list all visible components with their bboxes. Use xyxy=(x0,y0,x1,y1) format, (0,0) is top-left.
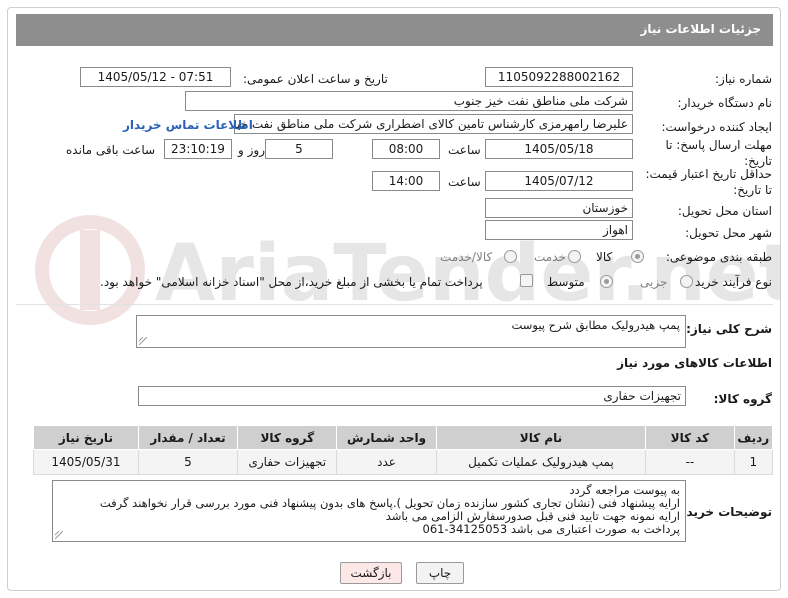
col-date: تاریخ نیاز xyxy=(33,425,139,450)
process-minor-radio[interactable] xyxy=(680,275,693,288)
treasury-payment-note: پرداخت تمام یا بخشی از مبلغ خرید،از محل … xyxy=(100,275,483,289)
col-name: نام کالا xyxy=(435,425,647,450)
remaining-label: ساعت باقی مانده xyxy=(66,143,156,157)
goods-table-header: ردیف کد کالا نام کالا واحد شمارش گروه کا… xyxy=(33,425,774,450)
col-group: گروه کالا xyxy=(237,425,338,450)
col-row: ردیف xyxy=(733,425,774,450)
col-code: کد کالا xyxy=(645,425,735,450)
need-number-field[interactable]: 1105092288002162 xyxy=(485,67,633,87)
need-number-label: شماره نیاز: xyxy=(715,72,772,86)
announce-label: تاریخ و ساعت اعلان عمومی: xyxy=(243,72,388,86)
cell-unit: عدد xyxy=(336,449,437,475)
province-field[interactable]: خوزستان xyxy=(485,198,633,218)
divider xyxy=(16,304,773,305)
treasury-payment-checkbox[interactable] xyxy=(520,274,533,287)
process-label: نوع فرآیند خرید : xyxy=(687,275,772,289)
validity-label: حداقل تاریخ اعتبار قیمت: تا تاریخ: xyxy=(645,167,772,197)
category-label: طبقه بندی موضوعی: xyxy=(665,250,772,264)
cell-code: -- xyxy=(645,449,735,475)
cell-name: پمپ هیدرولیک عملیات تکمیل xyxy=(435,449,647,475)
cell-date: 1405/05/31 xyxy=(33,449,139,475)
creator-field[interactable]: علیرضا رامهرمزی کارشناس تامین کالای اضطر… xyxy=(234,114,633,134)
buyer-notes-textarea[interactable]: به پیوست مراجعه گردد ارایه پیشنهاد فنی (… xyxy=(52,480,686,542)
category-service-radio[interactable] xyxy=(568,250,581,263)
buyer-org-label: نام دستگاه خریدار: xyxy=(677,96,773,110)
cell-row: 1 xyxy=(733,449,774,475)
goods-section-title: اطلاعات کالاهای مورد نیاز xyxy=(617,356,772,370)
cell-qty: 5 xyxy=(137,449,239,475)
back-button[interactable]: بازگشت xyxy=(340,562,402,584)
description-textarea[interactable]: پمپ هیدرولیک مطابق شرح پیوست xyxy=(136,315,686,348)
goods-group-label: گروه کالا: xyxy=(713,392,772,406)
cell-group: تجهیزات حفاری xyxy=(237,449,338,475)
page-header: جزئیات اطلاعات نیاز xyxy=(16,14,773,46)
process-minor-text: جزیی xyxy=(640,275,668,289)
col-unit: واحد شمارش xyxy=(336,425,437,450)
description-label: شرح کلی نیاز: xyxy=(686,322,772,336)
deadline-label: مهلت ارسال پاسخ: تا تاریخ: xyxy=(665,138,772,168)
deadline-time-field[interactable]: 08:00 xyxy=(372,139,440,159)
print-button[interactable]: چاپ xyxy=(416,562,464,584)
col-qty: تعداد / مقدار xyxy=(137,425,239,450)
validity-time-label: ساعت xyxy=(448,175,481,189)
city-label: شهر محل تحویل: xyxy=(685,226,772,240)
category-goods-radio[interactable] xyxy=(631,250,644,263)
category-goods-text: کالا xyxy=(596,250,613,264)
days-label: روز و xyxy=(238,143,265,157)
validity-time-field[interactable]: 14:00 xyxy=(372,171,440,191)
category-goods-service-text: کالا/خدمت xyxy=(440,250,493,264)
goods-table: ردیف کد کالا نام کالا واحد شمارش گروه کا… xyxy=(33,425,774,475)
page-title: جزئیات اطلاعات نیاز xyxy=(640,22,761,36)
category-service-text: خدمت xyxy=(534,250,566,264)
province-label: استان محل تحویل: xyxy=(677,204,772,218)
resize-handle-icon[interactable] xyxy=(139,337,147,345)
goods-group-field[interactable]: تجهیزات حفاری xyxy=(138,386,686,406)
city-field[interactable]: اهواز xyxy=(485,220,633,240)
deadline-date-field[interactable]: 1405/05/18 xyxy=(485,139,633,159)
process-medium-radio[interactable] xyxy=(600,275,613,288)
process-medium-text: متوسط xyxy=(547,275,585,289)
announce-field[interactable]: 1405/05/12 - 07:51 xyxy=(80,67,231,87)
deadline-time-label: ساعت xyxy=(448,143,481,157)
buyer-org-field[interactable]: شرکت ملی مناطق نفت خیز جنوب xyxy=(185,91,633,111)
category-goods-service-radio[interactable] xyxy=(504,250,517,263)
table-row: 1 -- پمپ هیدرولیک عملیات تکمیل عدد تجهیز… xyxy=(33,449,774,475)
buyer-contact-link[interactable]: اطلاعات تماس خریدار xyxy=(123,118,253,132)
buyer-note-line: پرداخت به صورت اعتباری می باشد 34125053-… xyxy=(422,522,680,536)
creator-label: ایجاد کننده درخواست: xyxy=(661,120,772,134)
remaining-time-field[interactable]: 23:10:19 xyxy=(164,139,232,159)
description-text: پمپ هیدرولیک مطابق شرح پیوست xyxy=(511,318,680,332)
days-field[interactable]: 5 xyxy=(265,139,333,159)
validity-date-field[interactable]: 1405/07/12 xyxy=(485,171,633,191)
resize-handle-icon[interactable] xyxy=(55,531,63,539)
